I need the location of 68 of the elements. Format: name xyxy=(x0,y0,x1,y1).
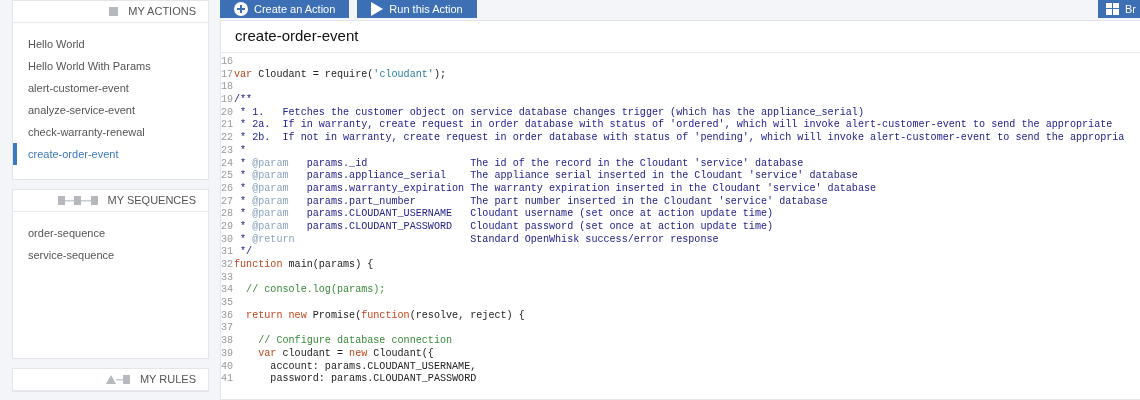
line-number: 22 xyxy=(221,132,233,145)
sidebar-item[interactable]: order-sequence xyxy=(13,222,208,244)
sequence-icon xyxy=(57,195,98,205)
line-number: 38 xyxy=(221,335,233,348)
sidebar-item[interactable]: check-warranty-renewal xyxy=(13,121,208,143)
line-number: 29 xyxy=(221,220,233,234)
code-line: var Cloudant = require('cloudant'); xyxy=(234,68,447,82)
create-button[interactable]: Create an Action xyxy=(220,0,350,18)
line-number: 20 xyxy=(221,106,233,120)
code-line: account: params.CLOUDANT_USERNAME, xyxy=(269,360,477,373)
rule-icon xyxy=(105,374,130,384)
line-number: 30 xyxy=(221,233,233,247)
line-number: 37 xyxy=(221,322,233,336)
code-line: * @param params._id The id of the record in the Cloudant 'service' database xyxy=(239,157,804,170)
code-line: function main(params) { xyxy=(234,259,374,272)
sidebar-item[interactable]: service-sequence xyxy=(13,244,208,266)
sidebar-item[interactable]: analyze-service-event xyxy=(13,99,208,121)
run-button[interactable]: Run this Action xyxy=(357,0,477,18)
line-number: 33 xyxy=(221,271,233,285)
code-line: password: params.CLOUDANT_PASSWORD xyxy=(269,373,477,386)
line-number: 35 xyxy=(221,297,233,310)
line-number: 28 xyxy=(221,208,233,221)
line-number: 23 xyxy=(221,144,233,158)
code-line: return new Promise(function(resolve, reject) { xyxy=(245,309,525,323)
code-line: // Configure database connection xyxy=(257,335,453,348)
line-number: 32 xyxy=(221,259,233,272)
square-icon xyxy=(109,6,119,16)
line-number: 27 xyxy=(221,195,233,209)
code-line: * @param params.CLOUDANT_USERNAME Cloudant username (set once at action update time) xyxy=(239,208,774,221)
action-title: create-order-event xyxy=(235,27,359,44)
code-line: * @return Standard OpenWhisk success/error response xyxy=(239,233,719,246)
plus-icon xyxy=(234,2,248,16)
code-line: * 1. Fetches the customer object on service database changes trigger (which has the appliance_serial) xyxy=(239,106,864,119)
line-number: 39 xyxy=(221,347,233,361)
code-line: */ xyxy=(239,246,253,259)
code-line: var cloudant = new Cloudant({ xyxy=(257,347,434,361)
line-number: 26 xyxy=(221,182,233,196)
sidebar-item[interactable]: Hello World xyxy=(13,33,208,55)
line-number: 21 xyxy=(221,119,233,133)
code-line: * @param params.CLOUDANT_PASSWORD Cloudant password (set once at action update time) xyxy=(239,220,774,234)
line-number: 41 xyxy=(221,373,233,386)
play-icon xyxy=(371,2,384,16)
line-number: 19 xyxy=(221,94,233,107)
section-title: MY RULES xyxy=(139,373,196,385)
sidebar-item[interactable]: Hello World With Params xyxy=(13,55,208,77)
code-line: * 2a. If in warranty, create request in order database with status of 'ordered', which will invoke alert-customer-event to send the appropriate xyxy=(239,119,1113,132)
code-line: * @param params.appliance_serial The appliance serial inserted in the Cloudant 'service' database xyxy=(239,170,858,183)
code-line: * xyxy=(239,144,247,158)
code-line: /** xyxy=(234,94,253,107)
sidebar-item[interactable]: alert-customer-event xyxy=(13,77,208,99)
section-title: MY SEQUENCES xyxy=(107,194,196,206)
line-number: 25 xyxy=(221,170,233,183)
line-number: 34 xyxy=(221,284,233,298)
section-title: MY ACTIONS xyxy=(128,5,196,17)
sidebar-item[interactable]: create-order-event xyxy=(13,143,208,165)
line-number: 36 xyxy=(221,309,233,323)
line-number: 17 xyxy=(221,68,233,82)
line-number: 31 xyxy=(221,246,233,259)
line-number: 24 xyxy=(221,157,233,171)
grid-icon xyxy=(1106,3,1119,15)
code-line: * 2b. If not in warranty, create request in order database with status of 'pending', which will invoke alert-customer-event to send the appropria xyxy=(239,132,1125,145)
code-line: * @param params.warranty_expiration The warranty expiration inserted in the Cloudant 'service' database xyxy=(239,182,877,196)
code-line: // console.log(params); xyxy=(245,284,386,298)
line-number: 16 xyxy=(221,56,233,69)
toolbar-button[interactable]: Br xyxy=(1098,0,1140,18)
line-number: 40 xyxy=(221,360,233,374)
line-number: 18 xyxy=(221,81,233,95)
code-line: * @param params.part_number The part number inserted in the Cloudant 'service' database xyxy=(239,195,828,208)
